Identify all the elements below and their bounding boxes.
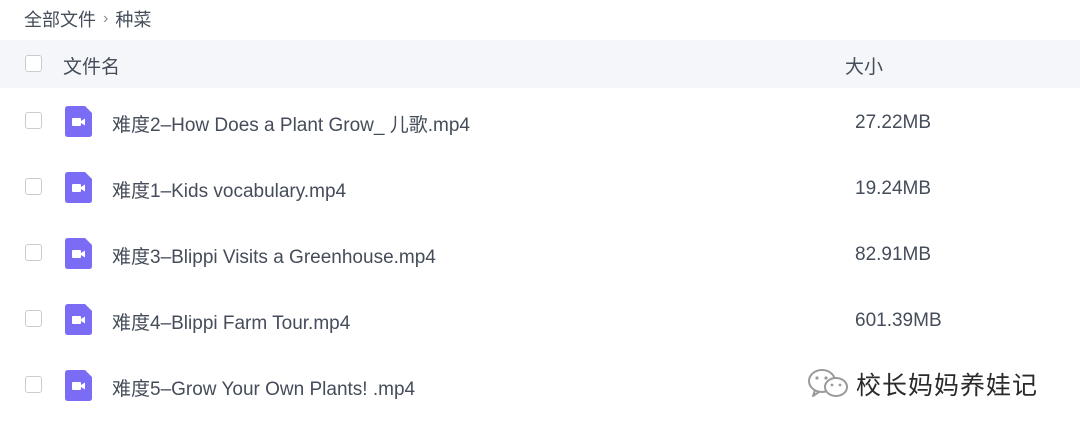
- row-checkbox[interactable]: [25, 178, 42, 195]
- table-header: 文件名 大小: [0, 40, 1080, 88]
- select-all-checkbox[interactable]: [25, 55, 42, 72]
- video-file-icon: [65, 238, 92, 269]
- row-checkbox[interactable]: [25, 310, 42, 327]
- breadcrumb: 全部文件 › 种菜: [24, 6, 151, 32]
- video-file-icon: [65, 304, 92, 335]
- table-row[interactable]: 难度3–Blippi Visits a Greenhouse.mp4 82.91…: [0, 220, 1080, 286]
- watermark: 校长妈妈养娃记: [806, 364, 1038, 404]
- table-row[interactable]: 难度2–How Does a Plant Grow_ 儿歌.mp4 27.22M…: [0, 88, 1080, 154]
- file-name[interactable]: 难度5–Grow Your Own Plants! .mp4: [112, 374, 415, 401]
- table-row[interactable]: 难度1–Kids vocabulary.mp4 19.24MB: [0, 154, 1080, 220]
- chevron-right-icon: ›: [103, 10, 109, 27]
- file-name[interactable]: 难度3–Blippi Visits a Greenhouse.mp4: [112, 242, 436, 269]
- file-size: 27.22MB: [855, 112, 932, 133]
- video-file-icon: [65, 172, 92, 203]
- file-name[interactable]: 难度4–Blippi Farm Tour.mp4: [112, 308, 350, 335]
- column-header-name[interactable]: 文件名: [63, 52, 120, 79]
- file-size: 19.24MB: [855, 178, 932, 199]
- watermark-text: 校长妈妈养娃记: [856, 372, 1039, 400]
- file-size: 82.91MB: [855, 244, 932, 265]
- row-checkbox[interactable]: [25, 376, 42, 393]
- video-file-icon: [65, 370, 92, 401]
- row-checkbox[interactable]: [25, 112, 42, 129]
- file-browser: 全部文件 › 种菜 文件名 大小 难度2–How Does a Plant Gr…: [0, 0, 1080, 432]
- row-checkbox[interactable]: [25, 244, 42, 261]
- file-name[interactable]: 难度2–How Does a Plant Grow_ 儿歌.mp4: [112, 110, 470, 137]
- file-size: 601.39MB: [855, 310, 942, 331]
- table-row[interactable]: 难度4–Blippi Farm Tour.mp4 601.39MB: [0, 286, 1080, 352]
- video-file-icon: [65, 106, 92, 137]
- breadcrumb-root-link[interactable]: 全部文件: [24, 6, 96, 32]
- wechat-icon: [808, 369, 848, 397]
- column-header-size[interactable]: 大小: [845, 52, 883, 79]
- breadcrumb-current: 种菜: [115, 10, 152, 30]
- file-name[interactable]: 难度1–Kids vocabulary.mp4: [112, 176, 346, 203]
